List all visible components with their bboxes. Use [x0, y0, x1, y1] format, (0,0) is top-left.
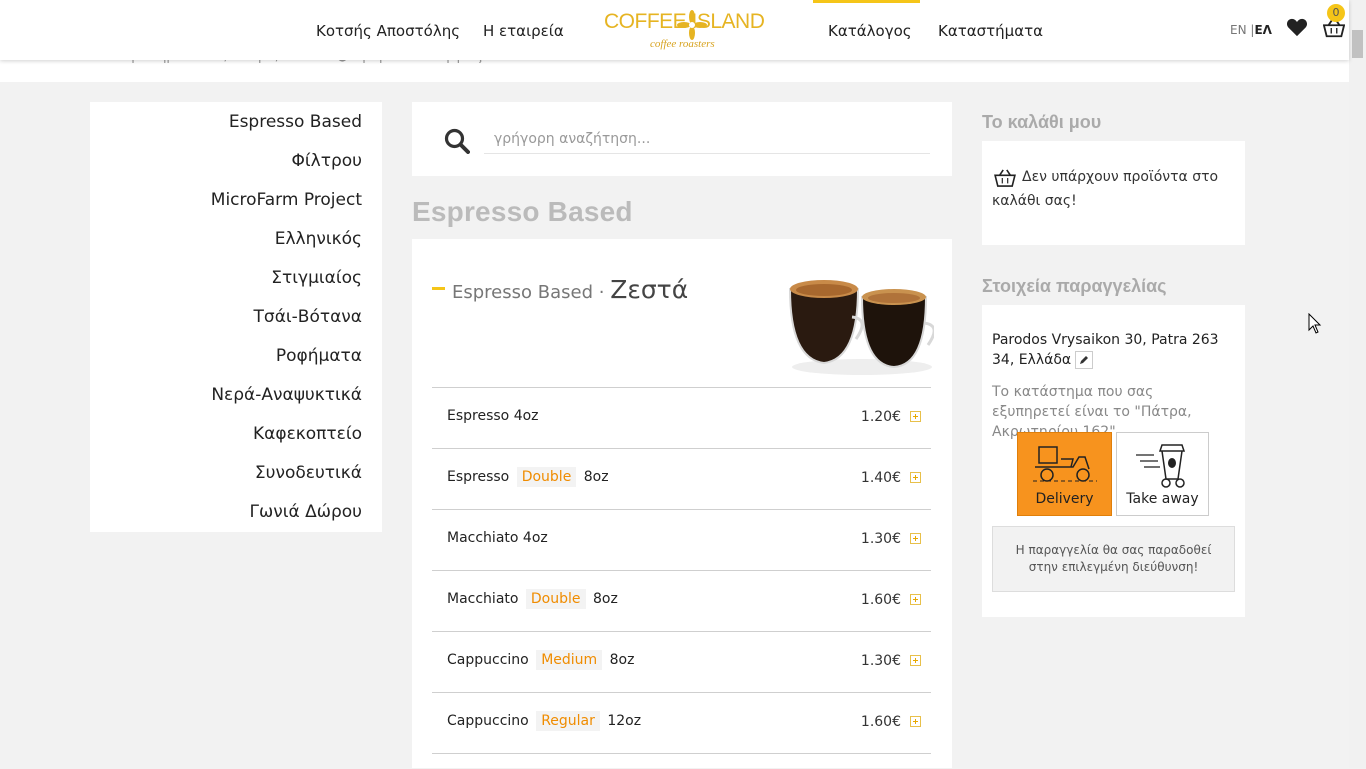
product-menu: Espresso Based · Ζεστά Espresso 4oz 1.20…	[412, 239, 952, 768]
category-tea-herbs[interactable]: Τσάι-Βότανα	[254, 307, 362, 327]
category-beverages[interactable]: Ροφήματα	[276, 346, 362, 366]
product-name: Macchiato Double 8oz	[447, 589, 618, 609]
order-details-panel: Parodos Vrysaikon 30, Patra 263 34, Ελλά…	[982, 305, 1245, 617]
size-tag: Medium	[536, 650, 603, 670]
product-name: Cappuccino Medium 8oz	[447, 650, 635, 670]
logo-flower-icon	[677, 10, 707, 40]
product-price: 1.20€	[860, 409, 901, 425]
search-input[interactable]	[484, 124, 930, 154]
category-filter[interactable]: Φίλτρου	[292, 151, 362, 171]
product-name: Macchiato 4oz	[447, 530, 548, 546]
category-water-soft-drinks[interactable]: Νερά-Αναψυκτικά	[211, 385, 362, 405]
subcategory-marker	[432, 287, 445, 290]
product-price: 1.30€	[860, 531, 901, 547]
delivery-address: Parodos Vrysaikon 30, Patra 263 34, Ελλά…	[992, 332, 1219, 369]
search-panel	[412, 102, 952, 176]
product-row[interactable]: Espresso 4oz 1.20€	[432, 387, 931, 449]
subcategory-separator: ·	[593, 282, 611, 303]
heart-icon[interactable]	[1286, 17, 1308, 37]
size-tag: Double	[516, 467, 577, 487]
subcategory-name: Espresso Based	[452, 282, 594, 303]
category-greek[interactable]: Ελληνικός	[275, 229, 362, 249]
add-to-cart-icon[interactable]	[910, 655, 921, 666]
size-tag: Double	[525, 589, 586, 609]
top-navigation: Κοτσής Αποστόλης Η εταιρεία COFFEE ISLAN…	[0, 0, 1349, 60]
active-nav-indicator	[813, 0, 920, 3]
delivery-note: Η παραγγελία θα σας παραδοθεί στην επιλε…	[992, 526, 1235, 592]
add-to-cart-icon[interactable]	[910, 411, 921, 422]
nav-company[interactable]: Η εταιρεία	[483, 22, 564, 40]
category-espresso-based[interactable]: Espresso Based	[229, 112, 362, 132]
product-price: 1.30€	[860, 653, 901, 669]
nav-stores[interactable]: Καταστήματα	[938, 22, 1043, 40]
category-list: Espresso Based Φίλτρου MicroFarm Project…	[90, 102, 382, 532]
espresso-cups-image	[788, 280, 934, 375]
cart-empty-message: Δεν υπάρχουν προϊόντα στο καλάθι σας!	[992, 169, 1219, 209]
takeaway-cup-icon	[1136, 444, 1186, 488]
section-title: Espresso Based	[412, 196, 633, 227]
cart-count-badge: 0	[1327, 4, 1345, 22]
scrollbar[interactable]	[1349, 0, 1366, 768]
product-price: 1.60€	[860, 592, 901, 608]
scrollbar-thumb[interactable]	[1352, 30, 1363, 58]
product-price: 1.60€	[860, 714, 901, 730]
pencil-icon	[1080, 356, 1089, 364]
takeaway-option[interactable]: Take away	[1116, 432, 1209, 516]
add-to-cart-icon[interactable]	[910, 594, 921, 605]
lang-el[interactable]: ΕΛ	[1254, 23, 1271, 37]
mouse-cursor-icon	[1308, 313, 1322, 334]
search-icon[interactable]	[444, 128, 470, 154]
product-name: Cappuccino Regular 12oz	[447, 711, 642, 731]
product-name: Espresso 4oz	[447, 408, 539, 424]
logo[interactable]: COFFEE ISLAND coffee roasters	[604, 10, 784, 54]
category-roastery[interactable]: Καφεκοπτείο	[253, 424, 362, 444]
product-name: Espresso Double 8oz	[447, 467, 609, 487]
product-row[interactable]	[432, 753, 931, 769]
order-details-title: Στοιχεία παραγγελίας	[982, 276, 1167, 296]
product-price: 1.40€	[860, 470, 901, 486]
add-to-cart-icon[interactable]	[910, 716, 921, 727]
subcategory-type: Ζεστά	[610, 275, 689, 304]
product-row[interactable]: Cappuccino Regular 12oz 1.60€	[432, 692, 931, 754]
size-tag: Regular	[536, 711, 600, 731]
cart-panel: Δεν υπάρχουν προϊόντα στο καλάθι σας!	[982, 141, 1245, 245]
takeaway-label: Take away	[1126, 491, 1199, 507]
product-row[interactable]: Espresso Double 8oz 1.40€	[432, 448, 931, 510]
language-switcher: EN |ΕΛ	[1230, 23, 1272, 37]
category-instant[interactable]: Στιγμιαίος	[271, 268, 362, 288]
add-to-cart-icon[interactable]	[910, 472, 921, 483]
product-row[interactable]: Macchiato 4oz 1.30€	[432, 509, 931, 571]
category-snacks[interactable]: Συνοδευτικά	[255, 463, 362, 483]
logo-subtitle: coffee roasters	[650, 38, 715, 50]
nav-catalog[interactable]: Κατάλογος	[828, 22, 912, 40]
nav-user[interactable]: Κοτσής Αποστόλης	[316, 22, 460, 40]
scooter-icon	[1033, 446, 1097, 482]
subcategory-title: Espresso Based · Ζεστά	[452, 275, 688, 304]
delivery-label: Delivery	[1035, 491, 1094, 507]
product-row[interactable]: Cappuccino Medium 8oz 1.30€	[432, 631, 931, 693]
cart-title: Το καλάθι μου	[982, 112, 1102, 132]
category-gift-corner[interactable]: Γωνιά Δώρου	[250, 502, 362, 522]
product-row[interactable]: Macchiato Double 8oz 1.60€	[432, 570, 931, 632]
delivery-option[interactable]: Delivery	[1017, 432, 1112, 516]
add-to-cart-icon[interactable]	[910, 533, 921, 544]
lang-en[interactable]: EN	[1230, 23, 1247, 37]
edit-address-button[interactable]	[1075, 351, 1094, 369]
category-microfarm[interactable]: MicroFarm Project	[211, 190, 362, 210]
